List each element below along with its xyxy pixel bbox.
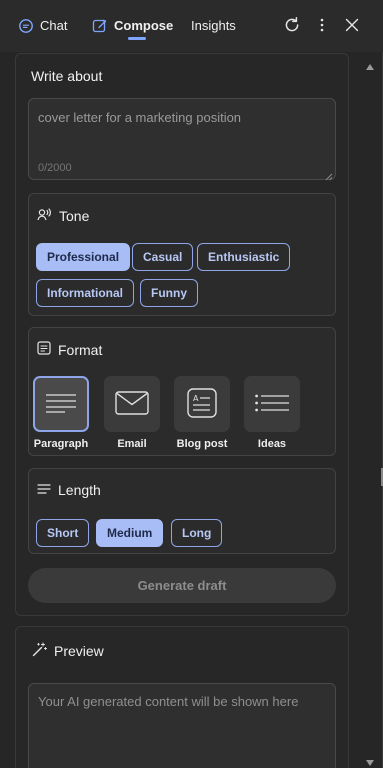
format-option-email[interactable]: Email <box>104 376 162 450</box>
tone-heading: Tone <box>37 207 89 225</box>
length-chip-medium[interactable]: Medium <box>96 519 164 547</box>
format-blog-post-label: Blog post <box>176 438 228 450</box>
format-option-blog-post[interactable]: A Blog post <box>174 376 232 450</box>
generate-draft-button[interactable]: Generate draft <box>28 568 336 603</box>
format-ideas-label: Ideas <box>257 438 287 450</box>
length-title: Length <box>58 482 101 498</box>
length-icon <box>37 482 51 498</box>
format-title: Format <box>58 341 103 358</box>
format-heading: Format <box>37 341 102 358</box>
length-chip-long[interactable]: Long <box>171 519 223 547</box>
preview-output: Your AI generated content will be shown … <box>28 683 336 768</box>
tone-chip-informational[interactable]: Informational <box>36 279 135 307</box>
chat-icon <box>18 18 34 34</box>
preview-placeholder: Your AI generated content will be shown … <box>38 694 299 709</box>
compose-icon <box>92 18 108 34</box>
close-icon <box>345 18 359 35</box>
format-paragraph-label: Paragraph <box>33 438 89 450</box>
tone-chip-enthusiastic[interactable]: Enthusiastic <box>197 243 291 271</box>
more-vertical-icon <box>320 18 324 35</box>
format-option-paragraph[interactable]: Paragraph <box>33 376 91 450</box>
write-about-value: cover letter for a marketing position <box>38 110 242 125</box>
refresh-button[interactable] <box>282 16 302 36</box>
paragraph-tile <box>33 376 89 432</box>
blog-post-tile: A <box>174 376 230 432</box>
refresh-icon <box>283 16 301 37</box>
compose-sidebar: Chat Compose Insights Write about cover … <box>0 0 383 768</box>
tab-insights-label: Insights <box>191 18 236 33</box>
scrollbar[interactable] <box>364 52 376 768</box>
format-option-ideas[interactable]: Ideas <box>244 376 302 450</box>
format-icon <box>37 341 51 358</box>
tone-chip-professional[interactable]: Professional <box>36 243 131 271</box>
tab-chat-label: Chat <box>40 18 68 33</box>
tone-chip-funny[interactable]: Funny <box>140 279 198 307</box>
preview-heading: Preview <box>32 642 104 660</box>
tab-insights[interactable]: Insights <box>191 15 236 37</box>
format-section: Format Paragraph Email A Blog post Ideas <box>28 327 336 456</box>
tab-compose[interactable]: Compose <box>92 15 173 37</box>
write-about-input[interactable]: cover letter for a marketing position 0/… <box>28 98 336 181</box>
format-email-label: Email <box>117 438 147 450</box>
character-counter: 0/2000 <box>38 162 72 174</box>
preview-title: Preview <box>54 643 104 659</box>
write-about-title: Write about <box>31 68 103 84</box>
resize-grip-icon[interactable] <box>325 169 333 181</box>
tab-chat[interactable]: Chat <box>18 15 67 37</box>
tone-icon <box>37 207 52 225</box>
length-heading: Length <box>37 482 101 498</box>
tone-title: Tone <box>59 208 90 224</box>
blog-post-icon: A <box>187 387 217 421</box>
magic-wand-icon <box>32 642 47 660</box>
active-tab-indicator <box>128 37 146 40</box>
scroll-down-arrow-icon[interactable] <box>366 754 374 766</box>
envelope-icon <box>115 390 149 418</box>
ideas-tile <box>244 376 300 432</box>
tone-chip-casual[interactable]: Casual <box>132 243 194 271</box>
more-options-button[interactable] <box>312 16 332 36</box>
svg-text:A: A <box>193 394 199 403</box>
bullet-list-icon <box>255 394 289 415</box>
scroll-up-arrow-icon[interactable] <box>366 58 374 70</box>
close-button[interactable] <box>342 16 362 36</box>
tab-compose-label: Compose <box>114 18 174 33</box>
top-nav: Chat Compose Insights <box>0 0 383 52</box>
paragraph-icon <box>45 393 77 416</box>
email-tile <box>104 376 160 432</box>
length-chip-short[interactable]: Short <box>36 519 90 547</box>
